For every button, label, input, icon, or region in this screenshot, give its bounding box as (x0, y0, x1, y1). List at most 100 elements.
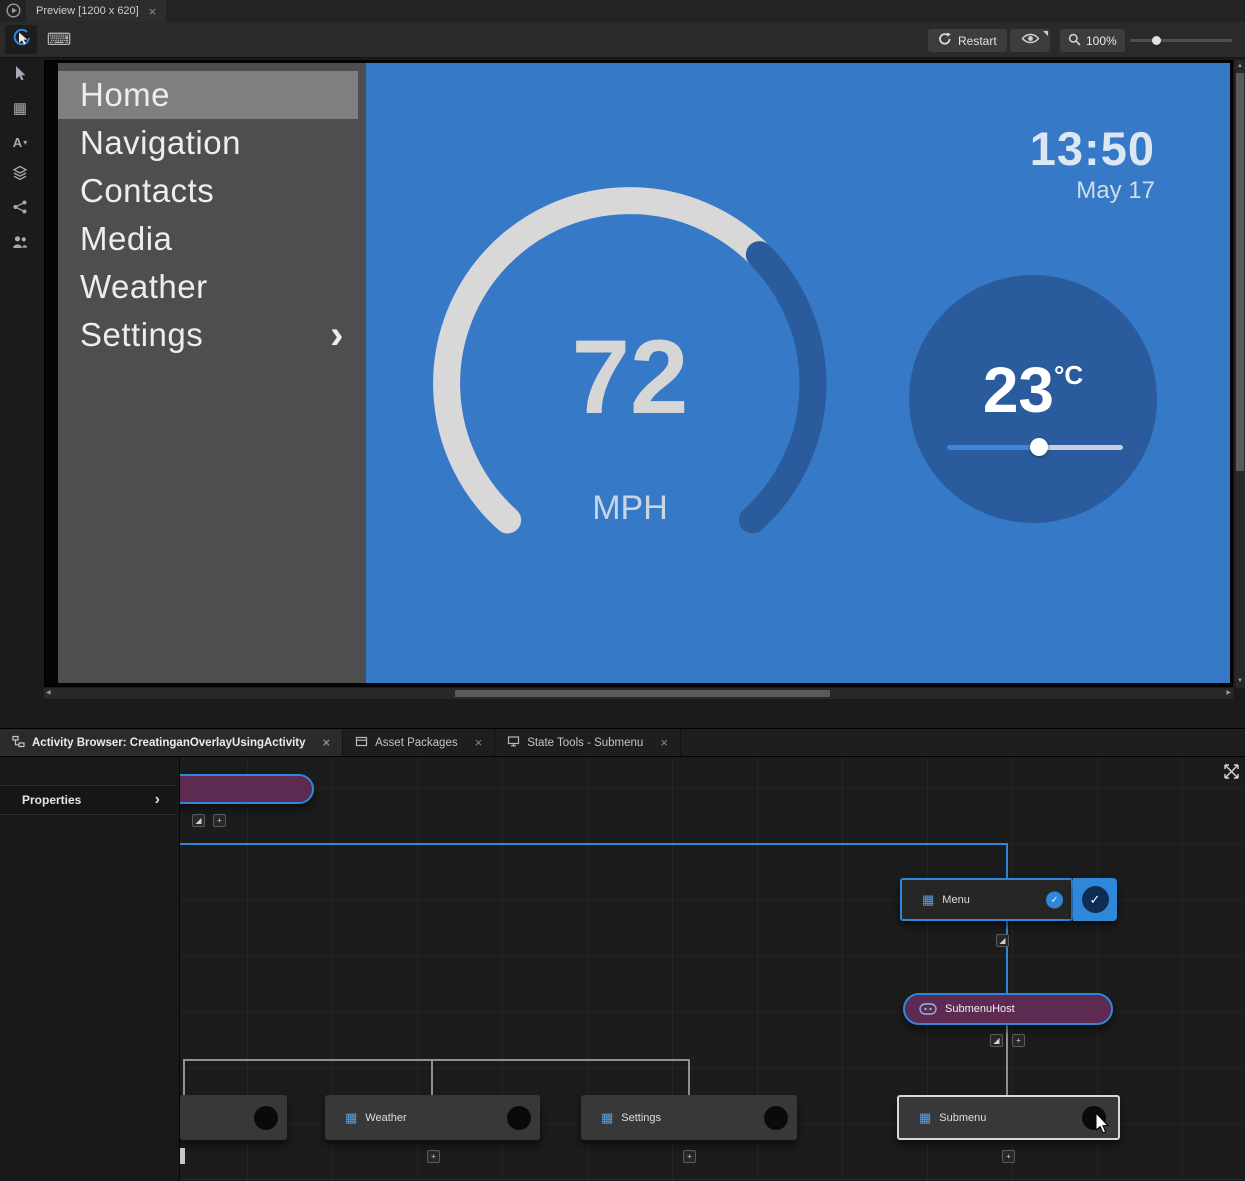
groups-tool-button[interactable] (10, 234, 30, 254)
grid-tool-button[interactable]: ▦ (10, 98, 30, 118)
mouse-cursor (1096, 1113, 1111, 1140)
connection-line (1006, 921, 1008, 993)
dropdown-corner-icon (1043, 31, 1048, 36)
preview-run-icon (6, 3, 21, 18)
add-state-button[interactable]: + (213, 814, 226, 827)
node-menu-active-indicator[interactable]: ✓ (1073, 878, 1117, 921)
tab-state-tools[interactable]: State Tools - Submenu × (495, 729, 681, 756)
interact-tool-button[interactable] (5, 25, 37, 54)
node-submenu[interactable]: ▦ Submenu (897, 1095, 1120, 1140)
maximize-panel-icon[interactable] (1222, 762, 1241, 786)
restart-icon (938, 32, 952, 49)
tab-label: State Tools - Submenu (527, 737, 643, 749)
properties-header[interactable]: Properties › (0, 785, 176, 815)
node-label: Settings (621, 1112, 661, 1124)
layers-icon (12, 165, 28, 186)
interact-pointer-icon (12, 28, 31, 52)
node-label: Weather (365, 1112, 406, 1124)
close-icon[interactable]: × (660, 735, 668, 750)
hmi-clock-time: 13:50 (1030, 121, 1155, 176)
zoom-control[interactable]: 100% (1060, 29, 1125, 52)
edge-marker (180, 1148, 185, 1164)
tab-asset-packages[interactable]: Asset Packages × (343, 729, 495, 756)
hmi-temperature-slider[interactable] (947, 445, 1123, 450)
close-icon[interactable]: × (323, 735, 331, 750)
hmi-menu-item-settings[interactable]: Settings › (58, 311, 366, 359)
hmi-home-screen: 13:50 May 17 72 MPH 23°C (366, 63, 1230, 683)
zoom-slider-handle[interactable] (1152, 36, 1161, 45)
hmi-menu-label: Home (80, 76, 170, 113)
slider-handle[interactable] (1030, 438, 1048, 456)
hmi-menu-item-contacts[interactable]: Contacts (58, 167, 366, 215)
scroll-up-icon[interactable]: ▲ (1237, 61, 1243, 72)
connections-tool-button[interactable] (10, 199, 30, 219)
hmi-menu-label: Weather (80, 268, 208, 305)
add-state-button[interactable]: + (427, 1150, 440, 1163)
state-tools-icon (507, 735, 520, 751)
slider-track (1039, 445, 1123, 450)
preview-horizontal-scrollbar[interactable]: ◀ ▶ (44, 688, 1233, 699)
vertical-scroll-thumb[interactable] (1236, 73, 1244, 471)
text-tool-button[interactable]: A▾ (10, 132, 30, 152)
temp-unit: °C (1054, 360, 1083, 390)
state-graph-canvas[interactable]: ◢ + ▦ Menu ✓ ✓ ◢ SubmenuHost ◢ + ▦ Weath… (0, 757, 1245, 1181)
node-label: SubmenuHost (945, 1003, 1015, 1015)
node-port[interactable] (254, 1106, 278, 1130)
collapse-button[interactable]: ◢ (996, 934, 1009, 947)
hmi-menu-item-weather[interactable]: Weather (58, 263, 366, 311)
text-tool-icon: A (13, 135, 22, 150)
tab-activity-browser[interactable]: Activity Browser: CreatinganOverlayUsing… (0, 729, 343, 756)
visibility-button[interactable] (1010, 29, 1050, 52)
node-port[interactable] (764, 1106, 788, 1130)
scroll-left-icon[interactable]: ◀ (46, 688, 51, 699)
node-port[interactable] (507, 1106, 531, 1130)
node-partial[interactable] (180, 1095, 287, 1140)
bottom-tab-bar: Activity Browser: CreatinganOverlayUsing… (0, 728, 1245, 757)
hmi-menu-item-media[interactable]: Media (58, 215, 366, 263)
close-icon[interactable]: × (149, 4, 157, 19)
node-submenu-host[interactable]: SubmenuHost (903, 993, 1113, 1025)
slider-fill (947, 445, 1039, 450)
add-state-button[interactable]: + (683, 1150, 696, 1163)
collapse-button[interactable]: ◢ (990, 1034, 1003, 1047)
add-state-button[interactable]: + (1012, 1034, 1025, 1047)
hmi-menu-item-home[interactable]: Home (58, 71, 358, 119)
caret-icon: ▾ (23, 138, 27, 147)
node-overlay-activity-partial[interactable] (166, 774, 314, 804)
layers-tool-button[interactable] (10, 165, 30, 185)
tab-preview[interactable]: Preview [1200 x 620] × (26, 0, 166, 22)
hmi-menu-label: Contacts (80, 172, 214, 209)
node-settings[interactable]: ▦ Settings (581, 1095, 797, 1140)
check-badge[interactable]: ✓ (1046, 891, 1063, 908)
zoom-level: 100% (1086, 34, 1117, 48)
magnifier-icon (1068, 33, 1081, 49)
people-icon (12, 234, 28, 255)
grid-icon: ▦ (13, 99, 27, 117)
restart-button[interactable]: Restart (928, 29, 1007, 52)
component-icon: ▦ (601, 1110, 613, 1126)
component-icon: ▦ (922, 892, 934, 908)
node-weather[interactable]: ▦ Weather (325, 1095, 540, 1140)
hmi-menu-label: Navigation (80, 124, 241, 161)
add-state-button[interactable]: + (1002, 1150, 1015, 1163)
select-tool-button[interactable] (10, 65, 30, 85)
hmi-menu-item-navigation[interactable]: Navigation (58, 119, 366, 167)
eye-icon (1021, 32, 1040, 50)
horizontal-scroll-thumb[interactable] (455, 690, 830, 697)
close-icon[interactable]: × (475, 735, 483, 750)
chevron-right-icon[interactable]: › (155, 791, 160, 809)
component-icon: ▦ (919, 1110, 931, 1126)
scroll-right-icon[interactable]: ▶ (1226, 688, 1231, 699)
pointer-icon (12, 65, 28, 86)
scroll-down-icon[interactable]: ▼ (1237, 676, 1243, 687)
hmi-menu-label: Settings (80, 316, 203, 353)
preview-vertical-scrollbar[interactable]: ▲ ▼ (1235, 60, 1245, 688)
collapse-button[interactable]: ◢ (192, 814, 205, 827)
virtual-keyboard-button[interactable]: ⌨ (43, 25, 75, 54)
hmi-clock-date: May 17 (1076, 177, 1155, 205)
tab-preview-label: Preview [1200 x 620] (36, 5, 139, 17)
node-menu[interactable]: ▦ Menu ✓ (900, 878, 1073, 921)
zoom-slider[interactable] (1130, 39, 1232, 42)
titlebar: Preview [1200 x 620] × (0, 0, 1245, 22)
share-icon (12, 199, 28, 220)
